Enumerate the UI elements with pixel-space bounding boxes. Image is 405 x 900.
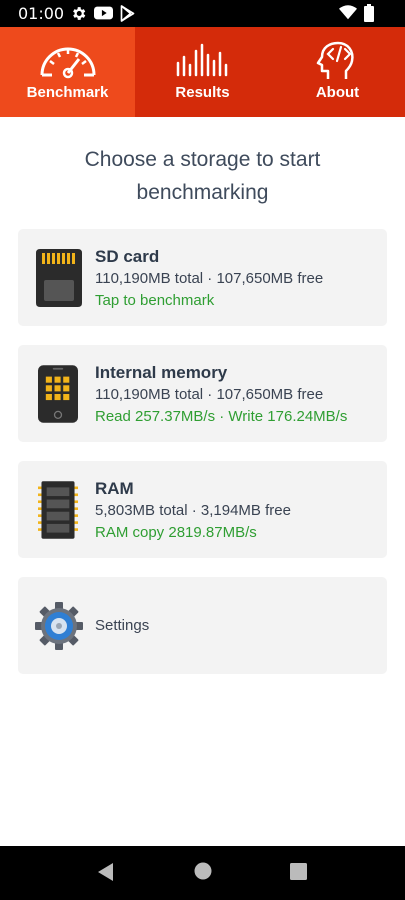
tab-bar: Benchmark Results About bbox=[0, 27, 405, 117]
wifi-icon bbox=[339, 5, 357, 20]
settings-gear-icon bbox=[35, 602, 83, 650]
head-code-icon bbox=[316, 41, 354, 79]
status-time: 01:00 bbox=[18, 4, 65, 23]
phone-icon bbox=[38, 365, 78, 423]
tab-about[interactable]: About bbox=[270, 27, 405, 117]
storage-card-ram[interactable]: RAM 5,803MB total · 3,194MB free RAM cop… bbox=[18, 461, 387, 558]
tab-benchmark[interactable]: Benchmark bbox=[0, 27, 135, 117]
navigation-bar bbox=[0, 846, 405, 900]
gear-icon bbox=[73, 7, 86, 20]
tab-label: Benchmark bbox=[26, 84, 109, 101]
storage-status: Tap to benchmark bbox=[95, 292, 215, 309]
storage-title: Internal memory bbox=[95, 363, 228, 382]
bars-icon bbox=[176, 43, 227, 77]
youtube-icon bbox=[94, 6, 113, 20]
tab-label: Results bbox=[175, 84, 230, 101]
storage-title: RAM bbox=[95, 479, 134, 498]
home-icon[interactable] bbox=[194, 862, 212, 880]
sd-card-icon bbox=[36, 249, 82, 307]
ram-chip-icon bbox=[38, 481, 78, 539]
battery-icon bbox=[364, 4, 374, 22]
tab-results[interactable]: Results bbox=[135, 27, 270, 117]
storage-card-internal[interactable]: Internal memory 110,190MB total · 107,65… bbox=[18, 345, 387, 442]
storage-details: 5,803MB total · 3,194MB free bbox=[95, 502, 291, 519]
storage-details: 110,190MB total · 107,650MB free bbox=[95, 270, 324, 287]
settings-label: Settings bbox=[95, 617, 150, 634]
storage-status: Read 257.37MB/s · Write 176.24MB/s bbox=[95, 408, 348, 425]
storage-status: RAM copy 2819.87MB/s bbox=[95, 524, 257, 541]
status-bar: 01:00 bbox=[0, 0, 405, 27]
speedometer-icon bbox=[40, 47, 95, 79]
storage-title: SD card bbox=[95, 247, 160, 266]
storage-details: 110,190MB total · 107,650MB free bbox=[95, 386, 324, 403]
tab-label: About bbox=[315, 84, 360, 101]
play-store-icon bbox=[120, 5, 135, 22]
settings-card[interactable]: Settings bbox=[18, 577, 387, 674]
back-icon[interactable] bbox=[95, 862, 115, 882]
recents-icon[interactable] bbox=[290, 863, 307, 880]
page-heading: Choose a storage to start benchmarking bbox=[84, 148, 321, 204]
storage-card-sd[interactable]: SD card 110,190MB total · 107,650MB free… bbox=[18, 229, 387, 326]
